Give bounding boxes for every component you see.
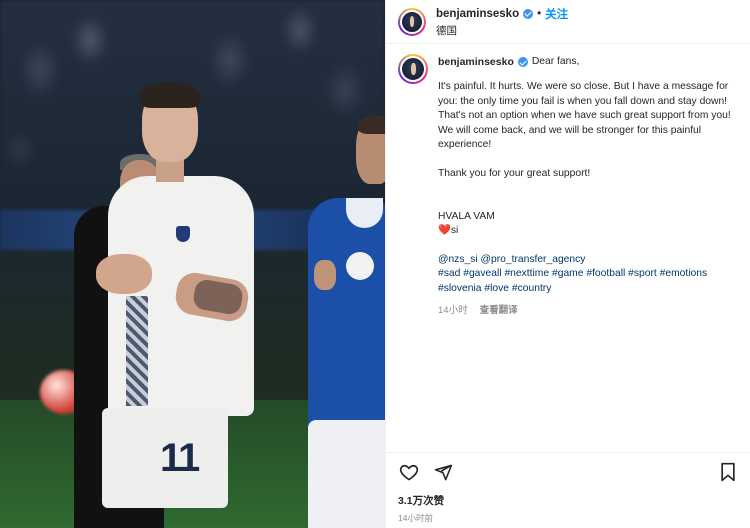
verified-badge-icon — [517, 57, 528, 67]
post-photo[interactable]: 11 — [0, 0, 385, 528]
post-timestamp[interactable]: 14小时前 — [398, 512, 739, 524]
caption-paragraph: Thank you for your great support! — [438, 167, 591, 179]
hashtag-link[interactable]: #game — [552, 268, 583, 279]
hashtag-link[interactable]: #emotions — [660, 268, 708, 279]
caption-time: 14小时 — [438, 305, 468, 316]
hashtag-link[interactable]: #love — [484, 283, 509, 294]
post-sidebar: benjaminsesko • 关注 德国 benjaminsesko Dear… — [385, 0, 750, 528]
post-header: benjaminsesko • 关注 德国 — [386, 0, 750, 44]
share-icon[interactable] — [432, 461, 454, 483]
hashtag-link[interactable]: #gaveall — [463, 268, 501, 279]
header-username[interactable]: benjaminsesko — [436, 8, 519, 20]
caption-avatar[interactable] — [398, 54, 428, 84]
avatar[interactable] — [398, 7, 426, 36]
bookmark-icon[interactable] — [717, 461, 739, 483]
separator-dot: • — [537, 7, 542, 20]
hashtag-link[interactable]: #sad — [438, 268, 460, 279]
mention-link[interactable]: @nzs_si — [438, 254, 478, 265]
caption: benjaminsesko Dear fans, It's painful. I… — [386, 44, 750, 319]
hashtag-link[interactable]: #football — [586, 268, 625, 279]
post-actions: 3.1万次赞 14小时前 — [386, 452, 750, 528]
mentions-and-hashtags: @nzs_si @pro_transfer_agency #sad #gavea… — [438, 253, 738, 297]
flag-text: si — [450, 225, 459, 236]
caption-hvala-line: HVALA VAM ❤️si — [438, 195, 738, 239]
main-player: 11 — [90, 82, 260, 528]
teammate-blue-shirt — [306, 116, 385, 528]
hashtag-link[interactable]: #country — [512, 283, 552, 294]
caption-paragraph: It's painful. It hurts. We were so close… — [438, 81, 731, 150]
location-link[interactable]: 德国 — [436, 23, 568, 38]
caption-meta: 14小时 查看翻译 — [438, 304, 738, 319]
see-translation-button[interactable]: 查看翻译 — [480, 304, 518, 319]
verified-badge-icon — [523, 8, 534, 19]
follow-button[interactable]: 关注 — [545, 6, 568, 22]
likes-count[interactable]: 3.1万次赞 — [398, 493, 739, 508]
hvala-text: HVALA VAM — [438, 210, 495, 222]
hashtag-link[interactable]: #slovenia — [438, 283, 482, 294]
caption-first-line: Dear fans, — [531, 55, 580, 67]
heart-emoji-icon: ❤️ — [438, 225, 451, 236]
heart-icon[interactable] — [398, 461, 420, 483]
caption-username[interactable]: benjaminsesko — [438, 55, 514, 70]
mention-link[interactable]: @pro_transfer_agency — [481, 254, 586, 265]
team-crest-icon — [176, 226, 190, 242]
hashtag-link[interactable]: #sport — [628, 268, 657, 279]
jersey-number: 11 — [160, 436, 200, 480]
hashtag-link[interactable]: #nexttime — [504, 268, 549, 279]
